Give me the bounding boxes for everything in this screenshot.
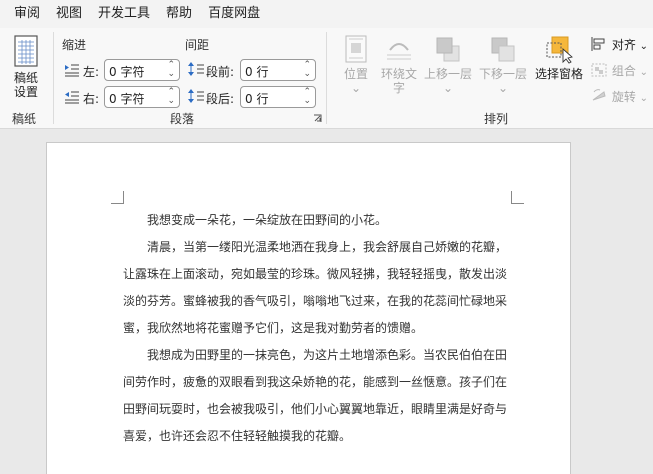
chevron-down-icon: ⌄ bbox=[497, 81, 509, 95]
menu-view[interactable]: 视图 bbox=[48, 0, 90, 28]
spacing-after-label: 段后: bbox=[206, 92, 235, 106]
chevron-down-icon: ⌄ bbox=[639, 41, 649, 52]
align-label: 对齐 bbox=[611, 38, 636, 52]
indent-right-label: 右: bbox=[83, 92, 100, 106]
margin-corner-mark bbox=[511, 191, 524, 204]
document-body[interactable]: 我想变成一朵花，一朵绽放在田野间的小花。 清晨，当第一缕阳光温柔地洒在我身上，我… bbox=[123, 207, 513, 450]
group-label-arrange: 排列 bbox=[484, 112, 509, 126]
align-icon bbox=[591, 37, 605, 51]
spacing-before-label: 段前: bbox=[206, 65, 235, 79]
position-label: 位置 bbox=[343, 67, 368, 81]
spacing-header: 间距 bbox=[185, 38, 210, 52]
align-button[interactable]: 对齐 ⌄ bbox=[590, 36, 648, 53]
manuscript-paper-icon bbox=[14, 35, 38, 67]
paragraph[interactable]: 我想变成一朵花，一朵绽放在田野间的小花。 bbox=[123, 207, 513, 234]
selection-pane-label: 选择窗格 bbox=[534, 67, 583, 81]
spinner-arrows-icon[interactable]: ⌃ ⌄ bbox=[303, 61, 311, 79]
chevron-down-icon: ⌄ bbox=[442, 81, 454, 95]
bring-forward-icon bbox=[436, 37, 460, 62]
chevron-down-icon: ⌄ bbox=[350, 81, 362, 95]
group-label-paragraph: 段落 bbox=[170, 112, 195, 126]
indent-header: 缩进 bbox=[62, 38, 87, 52]
rotate-label: 旋转 bbox=[611, 90, 636, 104]
indent-left-icon bbox=[65, 64, 79, 77]
ribbon-separator bbox=[326, 32, 327, 124]
indent-right-icon bbox=[65, 91, 79, 104]
rotate-icon bbox=[592, 89, 606, 101]
selection-pane-icon bbox=[546, 36, 573, 64]
menu-baidu-netdisk[interactable]: 百度网盘 bbox=[200, 0, 268, 28]
group-button[interactable]: 组合 ⌄ bbox=[590, 62, 648, 79]
send-backward-label: 下移一层 bbox=[478, 67, 527, 81]
menu-developer[interactable]: 开发工具 bbox=[90, 0, 158, 28]
document-canvas[interactable]: 我想变成一朵花，一朵绽放在田野间的小花。 清晨，当第一缕阳光温柔地洒在我身上，我… bbox=[0, 129, 653, 474]
position-button[interactable]: 位置 ⌄ bbox=[336, 34, 376, 95]
wrap-text-line1: 环绕文 bbox=[380, 67, 417, 81]
indent-right-value: 0 字符 bbox=[109, 92, 145, 106]
spacing-after-input[interactable]: 0 行 ⌃ ⌄ bbox=[240, 86, 316, 108]
paragraph[interactable]: 我想成为田野里的一抹亮色，为这片土地增添色彩。当农民伯伯在田间劳作时，疲惫的双眼… bbox=[123, 342, 513, 450]
ribbon: 稿纸 设置 稿纸 缩进 间距 左: 0 字符 ⌃ ⌄ 右: 0 字符 ⌃ ⌄ 段… bbox=[0, 28, 653, 129]
paragraph[interactable]: 清晨，当第一缕阳光温柔地洒在我身上，我会舒展自己娇嫩的花瓣，让露珠在上面滚动，宛… bbox=[123, 234, 513, 342]
word-app: 审阅 视图 开发工具 帮助 百度网盘 稿纸 设置 稿纸 缩进 间距 左: 0 字… bbox=[0, 0, 653, 474]
spinner-arrows-icon[interactable]: ⌃ ⌄ bbox=[303, 88, 311, 106]
wrap-text-button[interactable]: 环绕文 字 bbox=[378, 34, 420, 95]
manuscript-settings-button[interactable]: 稿纸 设置 bbox=[6, 34, 46, 99]
send-backward-button[interactable]: 下移一层 ⌄ bbox=[477, 34, 529, 95]
ribbon-separator bbox=[53, 32, 54, 124]
margin-corner-mark bbox=[111, 191, 124, 204]
spacing-before-icon bbox=[188, 62, 204, 76]
chevron-down-icon: ⌄ bbox=[639, 67, 649, 78]
bring-forward-button[interactable]: 上移一层 ⌄ bbox=[422, 34, 474, 95]
indent-left-input[interactable]: 0 字符 ⌃ ⌄ bbox=[104, 59, 180, 81]
group-label-manuscript: 稿纸 bbox=[12, 112, 37, 126]
menu-review[interactable]: 审阅 bbox=[6, 0, 48, 28]
position-icon bbox=[345, 35, 367, 63]
indent-left-value: 0 字符 bbox=[109, 65, 145, 79]
indent-left-label: 左: bbox=[83, 65, 100, 79]
bring-forward-label: 上移一层 bbox=[423, 67, 472, 81]
group-label: 组合 bbox=[611, 64, 636, 78]
manuscript-button-line2: 设置 bbox=[13, 85, 38, 99]
group-icon bbox=[591, 63, 607, 77]
spacing-before-input[interactable]: 0 行 ⌃ ⌄ bbox=[240, 59, 316, 81]
indent-right-input[interactable]: 0 字符 ⌃ ⌄ bbox=[104, 86, 180, 108]
wrap-text-icon bbox=[387, 43, 411, 60]
selection-pane-button[interactable]: 选择窗格 bbox=[532, 34, 586, 81]
spinner-arrows-icon[interactable]: ⌃ ⌄ bbox=[167, 61, 175, 79]
send-backward-icon bbox=[491, 37, 515, 62]
chevron-down-icon: ⌄ bbox=[639, 93, 649, 104]
document-page[interactable]: 我想变成一朵花，一朵绽放在田野间的小花。 清晨，当第一缕阳光温柔地洒在我身上，我… bbox=[46, 142, 571, 474]
dialog-launcher-icon[interactable] bbox=[313, 114, 322, 123]
rotate-button[interactable]: 旋转 ⌄ bbox=[590, 88, 648, 105]
spinner-arrows-icon[interactable]: ⌃ ⌄ bbox=[167, 88, 175, 106]
spacing-after-icon bbox=[188, 89, 204, 103]
spacing-before-value: 0 行 bbox=[245, 65, 269, 79]
menu-bar: 审阅 视图 开发工具 帮助 百度网盘 bbox=[0, 0, 653, 28]
menu-help[interactable]: 帮助 bbox=[158, 0, 200, 28]
spacing-after-value: 0 行 bbox=[245, 92, 269, 106]
manuscript-button-line1: 稿纸 bbox=[13, 71, 38, 85]
wrap-text-line2: 字 bbox=[392, 81, 405, 95]
